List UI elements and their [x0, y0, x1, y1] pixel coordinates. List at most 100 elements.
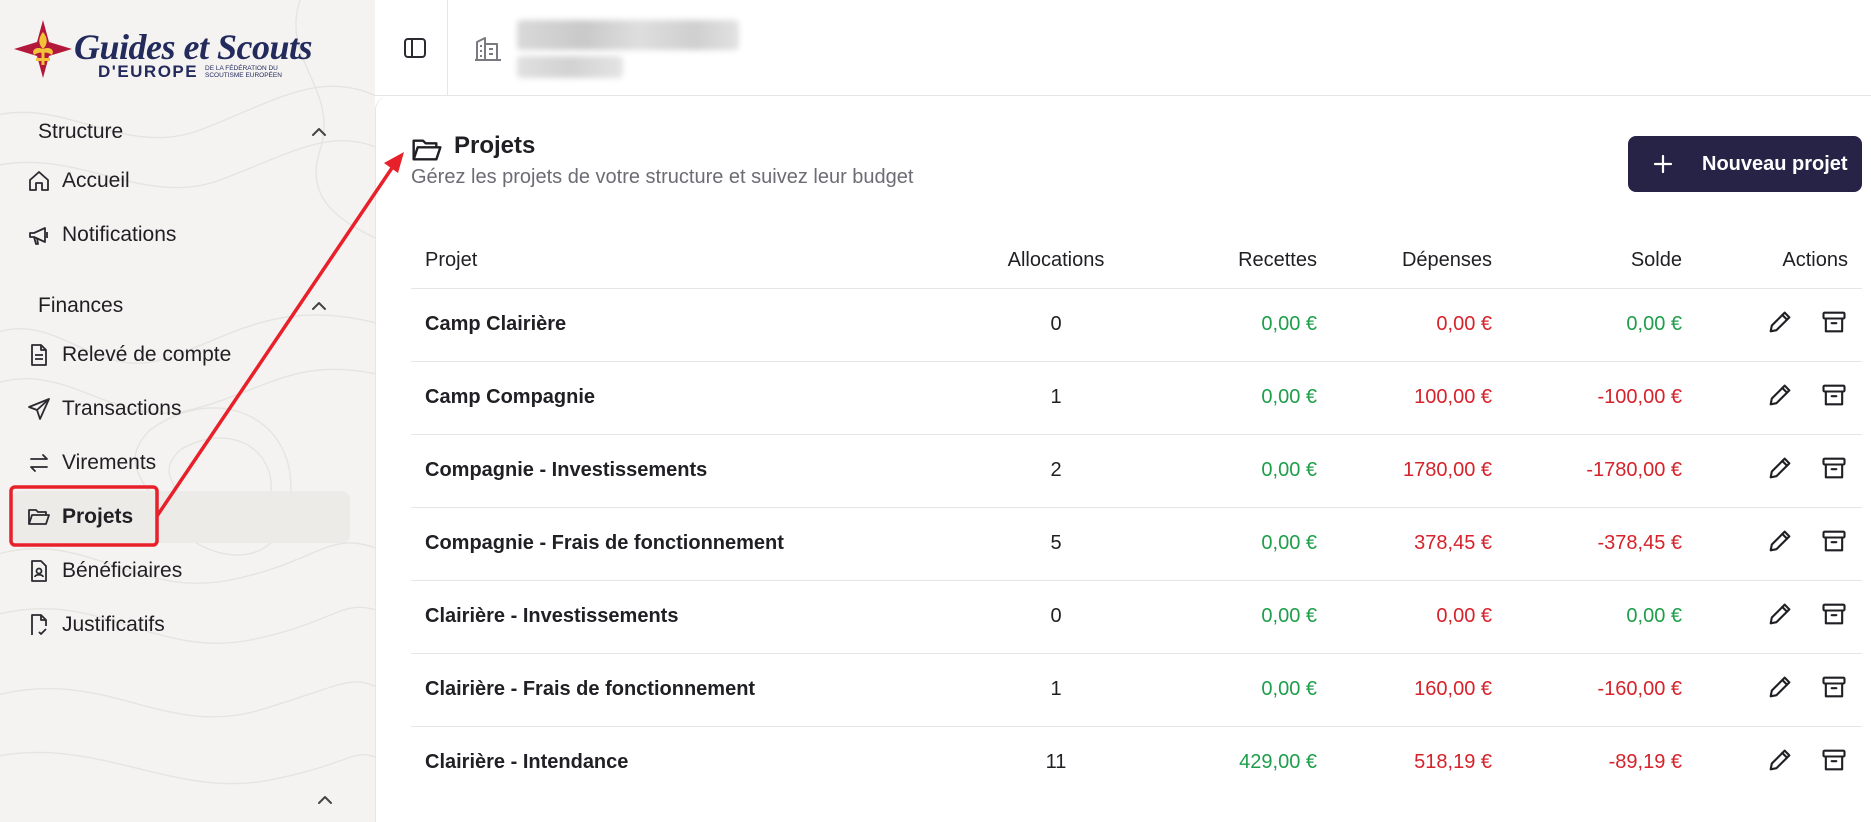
- building-icon: [475, 37, 501, 61]
- cell-actions: [1696, 360, 1862, 434]
- sidebar-item-label: Virements: [62, 451, 157, 474]
- cell-actions: [1696, 579, 1862, 653]
- sidebar-item-label: Transactions: [62, 397, 182, 420]
- cell-projet: Camp Compagnie: [411, 360, 971, 434]
- new-project-button[interactable]: Nouveau projet: [1628, 136, 1862, 192]
- table-body: Camp Clairière 0 0,00 €0,00 €0,00 € Camp Co…: [411, 287, 1862, 799]
- section-finances-label: Finances: [38, 294, 124, 317]
- cell-projet: Clairière - Intendance: [411, 725, 971, 799]
- cell-solde: 0,00 €: [1506, 287, 1696, 361]
- brand-logo[interactable]: Guides et Scouts D'EUROPE DE LA FÉDÉRATI…: [12, 16, 313, 86]
- cell-actions: [1696, 725, 1862, 799]
- beneficiary-icon: [26, 558, 52, 584]
- cell-solde: -89,19 €: [1506, 725, 1696, 799]
- archive-icon[interactable]: [1820, 673, 1848, 701]
- sidebar-item-accueil[interactable]: Accueil: [12, 155, 350, 207]
- folder-open-icon: [412, 139, 442, 161]
- redacted-structure-id: [517, 56, 623, 78]
- cell-recettes: 0,00 €: [1141, 287, 1331, 361]
- sidebar-item-label: Accueil: [62, 169, 130, 192]
- plus-icon: [1653, 154, 1673, 174]
- table-row[interactable]: Camp Clairière 0 0,00 €0,00 €0,00 €: [411, 287, 1862, 361]
- archive-icon[interactable]: [1820, 746, 1848, 774]
- sidebar-item-projets[interactable]: Projets: [12, 491, 350, 543]
- cell-actions: [1696, 287, 1862, 361]
- edit-pencil-icon[interactable]: [1766, 527, 1794, 555]
- edit-pencil-icon[interactable]: [1766, 673, 1794, 701]
- table-row[interactable]: Compagnie - Frais de fonctionnement 5 0,00…: [411, 506, 1862, 580]
- sidebar-item-label: Notifications: [62, 223, 177, 246]
- cell-projet: Clairière - Frais de fonctionnement: [411, 652, 971, 726]
- projects-table: Projet Allocations Recettes Dépenses Sol…: [411, 234, 1862, 799]
- cell-recettes: 0,00 €: [1141, 579, 1331, 653]
- cell-recettes: 0,00 €: [1141, 433, 1331, 507]
- sidebar-item-label: Relevé de compte: [62, 343, 232, 366]
- cell-projet: Compagnie - Frais de fonctionnement: [411, 506, 971, 580]
- logo-subtitle: D'EUROPE: [98, 62, 199, 81]
- new-project-label: Nouveau projet: [1702, 152, 1848, 175]
- archive-icon[interactable]: [1820, 381, 1848, 409]
- transfer-icon: [26, 450, 52, 476]
- page-title: Projets: [454, 132, 536, 159]
- chevron-up-icon[interactable]: [315, 790, 335, 810]
- cell-allocations: 5: [971, 506, 1141, 580]
- edit-pencil-icon[interactable]: [1766, 746, 1794, 774]
- cell-allocations: 0: [971, 579, 1141, 653]
- logo-tagline: DE LA FÉDÉRATION DU SCOUTISME EUROPÉEN: [205, 65, 282, 79]
- column-header-actions: Actions: [1782, 249, 1848, 272]
- send-icon: [26, 396, 52, 422]
- table-row[interactable]: Clairière - Intendance 11 429,00 €518,19 €…: [411, 725, 1862, 799]
- cell-depenses: 378,45 €: [1331, 506, 1506, 580]
- column-header-allocations[interactable]: Allocations: [971, 234, 1141, 288]
- edit-pencil-icon[interactable]: [1766, 454, 1794, 482]
- top-bar: [375, 0, 1871, 96]
- column-header-depenses[interactable]: Dépenses: [1331, 234, 1506, 288]
- sidebar-item-virements[interactable]: Virements: [12, 437, 350, 489]
- redacted-structure-name: [517, 20, 739, 50]
- table-header-row: Projet Allocations Recettes Dépenses Sol…: [411, 234, 1862, 288]
- edit-pencil-icon[interactable]: [1766, 308, 1794, 336]
- cell-solde: -100,00 €: [1506, 360, 1696, 434]
- column-header-projet[interactable]: Projet: [411, 234, 971, 288]
- sidebar-item-releve[interactable]: Relevé de compte: [12, 329, 350, 381]
- cell-allocations: 0: [971, 287, 1141, 361]
- sidebar-item-label: Projets: [62, 505, 134, 528]
- table-row[interactable]: Compagnie - Investissements 2 0,00 €1780,0…: [411, 433, 1862, 507]
- cell-actions: [1696, 652, 1862, 726]
- archive-icon[interactable]: [1820, 600, 1848, 628]
- sidebar-item-label: Justificatifs: [62, 613, 165, 636]
- sidebar-item-notifications[interactable]: Notifications: [12, 209, 350, 261]
- cell-depenses: 1780,00 €: [1331, 433, 1506, 507]
- cell-projet: Clairière - Investissements: [411, 579, 971, 653]
- divider: [447, 0, 448, 96]
- cell-depenses: 0,00 €: [1331, 579, 1506, 653]
- sidebar-item-beneficiaires[interactable]: Bénéficiaires: [12, 545, 350, 597]
- archive-icon[interactable]: [1820, 454, 1848, 482]
- sidebar-item-label: Bénéficiaires: [62, 559, 183, 582]
- edit-pencil-icon[interactable]: [1766, 600, 1794, 628]
- table-row[interactable]: Clairière - Frais de fonctionnement 1 0,00…: [411, 652, 1862, 726]
- cell-solde: -160,00 €: [1506, 652, 1696, 726]
- megaphone-icon: [26, 222, 52, 248]
- chevron-up-icon[interactable]: [309, 122, 329, 142]
- table-row[interactable]: Clairière - Investissements 0 0,00 €0,00 €…: [411, 579, 1862, 653]
- sidebar-item-transactions[interactable]: Transactions: [12, 383, 350, 435]
- folder-open-icon: [26, 504, 52, 530]
- main-content: Projets Gérez les projets de votre struc…: [375, 96, 1871, 822]
- archive-icon[interactable]: [1820, 527, 1848, 555]
- sidebar-toggle-icon[interactable]: [401, 34, 429, 62]
- cell-depenses: 0,00 €: [1331, 287, 1506, 361]
- cell-recettes: 0,00 €: [1141, 360, 1331, 434]
- home-icon: [26, 168, 52, 194]
- column-header-solde[interactable]: Solde: [1506, 234, 1696, 288]
- page-subtitle: Gérez les projets de votre structure et …: [411, 166, 914, 188]
- archive-icon[interactable]: [1820, 308, 1848, 336]
- table-row[interactable]: Camp Compagnie 1 0,00 €100,00 € -100,00 €: [411, 360, 1862, 434]
- edit-pencil-icon[interactable]: [1766, 381, 1794, 409]
- chevron-up-icon[interactable]: [309, 296, 329, 316]
- sidebar-item-justificatifs[interactable]: Justificatifs: [12, 599, 350, 651]
- cell-solde: 0,00 €: [1506, 579, 1696, 653]
- app-window: Guides et Scouts D'EUROPE DE LA FÉDÉRATI…: [0, 0, 1871, 822]
- column-header-recettes[interactable]: Recettes: [1141, 234, 1331, 288]
- cell-solde: -1780,00 €: [1506, 433, 1696, 507]
